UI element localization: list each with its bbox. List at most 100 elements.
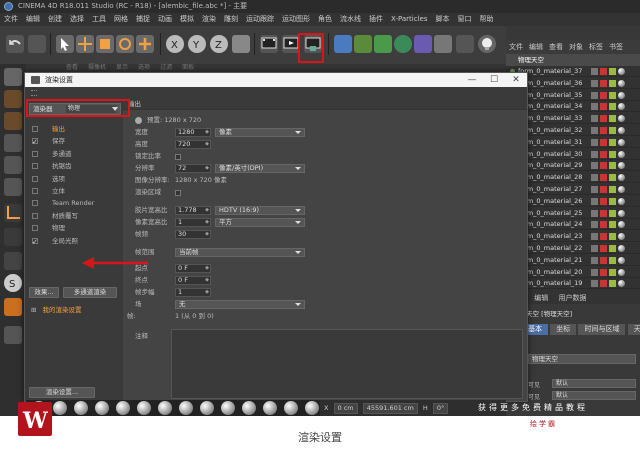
disabled-x-icon[interactable]	[600, 150, 607, 158]
nav-item[interactable]: 输出	[25, 123, 123, 135]
attr-menu-userdata[interactable]: 用户数据	[554, 294, 590, 302]
height-input[interactable]: 720 ◆	[175, 140, 211, 149]
material-tag-icon[interactable]	[618, 280, 625, 288]
enabled-check-icon[interactable]	[609, 68, 616, 75]
object-manager-menu-item[interactable]: 对象	[566, 43, 586, 51]
material-swatch-icon[interactable]	[158, 401, 172, 415]
material-tag-icon[interactable]	[618, 115, 625, 123]
cloner-icon[interactable]	[394, 35, 412, 53]
frame-step-input[interactable]: 1 ◆	[175, 288, 211, 297]
menu-item[interactable]: 捕捉	[132, 13, 154, 26]
nav-item[interactable]: 全局光照	[25, 235, 123, 248]
magnet-icon[interactable]	[4, 298, 22, 316]
visibility-dots-icon[interactable]	[591, 68, 598, 75]
material-swatch-icon[interactable]	[95, 401, 109, 415]
points-mode-icon[interactable]	[4, 134, 22, 152]
z-axis-lock-icon[interactable]: Z	[210, 35, 228, 53]
visibility-dots-icon[interactable]	[591, 103, 598, 111]
menu-item[interactable]: 脚本	[431, 13, 453, 26]
resolution-input[interactable]: 72 ◆	[175, 164, 211, 173]
material-swatch-icon[interactable]	[53, 401, 67, 415]
visibility-dots-icon[interactable]	[591, 221, 598, 229]
attr-editor-visible-combo[interactable]: 默认	[552, 379, 636, 388]
object-manager-menu-item[interactable]: 标签	[586, 43, 606, 51]
nav-item[interactable]: 物理	[25, 222, 123, 234]
viewport-menu-item[interactable]: 摄像机	[88, 64, 106, 71]
polygons-mode-icon[interactable]	[4, 178, 22, 196]
start-input[interactable]: 0 F ◆	[175, 264, 211, 273]
visibility-dots-icon[interactable]	[591, 127, 598, 134]
viewport-menu-item[interactable]: 查看	[66, 64, 78, 71]
spinner-icon[interactable]: ◆	[205, 207, 209, 214]
menu-item[interactable]: 工具	[88, 13, 110, 26]
solo-icon[interactable]: S	[4, 274, 22, 292]
visibility-dots-icon[interactable]	[591, 186, 598, 193]
attr-tab-coords[interactable]: 坐标	[550, 324, 577, 335]
pen-spline-icon[interactable]	[354, 35, 372, 53]
enabled-check-icon[interactable]	[609, 174, 616, 182]
attr-name-field[interactable]: 物理天空	[528, 354, 636, 364]
material-tag-icon[interactable]	[618, 79, 625, 87]
effects-button[interactable]: 效果...	[29, 287, 59, 298]
disabled-x-icon[interactable]	[600, 221, 607, 229]
menu-item[interactable]: 网格	[110, 13, 132, 26]
dialog-title-bar[interactable]: 渲染设置 — ☐ ✕	[25, 73, 527, 87]
disabled-x-icon[interactable]	[600, 162, 607, 170]
material-tag-icon[interactable]	[618, 256, 625, 264]
frame-range-dropdown[interactable]: 当前帧	[175, 248, 305, 257]
film-aspect-dropdown[interactable]: HDTV (16:9)	[215, 206, 305, 215]
light-icon[interactable]	[478, 35, 496, 53]
redo-icon[interactable]	[28, 35, 46, 53]
material-tag-icon[interactable]	[618, 103, 625, 111]
workplane-icon[interactable]	[4, 112, 22, 130]
material-tag-icon[interactable]	[618, 91, 625, 99]
close-button[interactable]: ✕	[505, 73, 527, 87]
visibility-dots-icon[interactable]	[591, 256, 598, 264]
disabled-x-icon[interactable]	[600, 186, 607, 193]
minimize-button[interactable]: —	[461, 73, 483, 87]
film-aspect-input[interactable]: 1.778 ◆	[175, 206, 211, 215]
enable-checkbox[interactable]	[32, 236, 38, 248]
enabled-check-icon[interactable]	[609, 256, 616, 264]
subdivision-icon[interactable]	[374, 35, 392, 53]
nav-item[interactable]: Team Render	[25, 197, 123, 209]
enabled-check-icon[interactable]	[609, 186, 616, 193]
scale-icon[interactable]	[96, 35, 114, 53]
render-view-icon[interactable]	[260, 35, 278, 53]
object-manager-menu-item[interactable]: 编辑	[526, 43, 546, 51]
enabled-check-icon[interactable]	[609, 221, 616, 229]
visibility-dots-icon[interactable]	[591, 150, 598, 158]
spinner-icon[interactable]: ◆	[205, 265, 209, 272]
disabled-x-icon[interactable]	[600, 197, 607, 205]
disabled-x-icon[interactable]	[600, 233, 607, 241]
enabled-check-icon[interactable]	[609, 150, 616, 158]
spinner-icon[interactable]: ◆	[205, 141, 209, 148]
camera-icon[interactable]	[456, 35, 474, 53]
nav-item[interactable]: 抗锯齿	[25, 160, 123, 172]
enable-checkbox[interactable]	[32, 175, 38, 182]
visibility-dots-icon[interactable]	[591, 280, 598, 288]
disabled-x-icon[interactable]	[600, 103, 607, 111]
attr-tab-sky[interactable]: 天空	[627, 324, 640, 335]
nav-item[interactable]: 保存	[25, 135, 123, 148]
material-tag-icon[interactable]	[618, 221, 625, 229]
visibility-dots-icon[interactable]	[591, 91, 598, 99]
material-swatch-icon[interactable]	[137, 401, 151, 415]
nav-item[interactable]: 多通道	[25, 148, 123, 160]
disabled-x-icon[interactable]	[600, 209, 607, 217]
enable-checkbox[interactable]	[32, 136, 38, 148]
material-swatch-icon[interactable]	[242, 401, 256, 415]
enabled-check-icon[interactable]	[609, 245, 616, 252]
material-swatch-icon[interactable]	[74, 401, 88, 415]
disabled-x-icon[interactable]	[600, 268, 607, 276]
object-manager-menu-item[interactable]: 查看	[546, 43, 566, 51]
enable-checkbox[interactable]	[32, 188, 38, 194]
preset-menu-icon[interactable]	[135, 117, 142, 124]
visibility-dots-icon[interactable]	[591, 233, 598, 241]
add-object-icon[interactable]	[136, 35, 154, 53]
material-swatch-icon[interactable]	[179, 401, 193, 415]
enable-checkbox[interactable]	[32, 163, 38, 170]
disabled-x-icon[interactable]	[600, 127, 607, 134]
grid-snap-icon[interactable]	[4, 326, 22, 344]
nav-item[interactable]: 选项	[25, 173, 123, 185]
